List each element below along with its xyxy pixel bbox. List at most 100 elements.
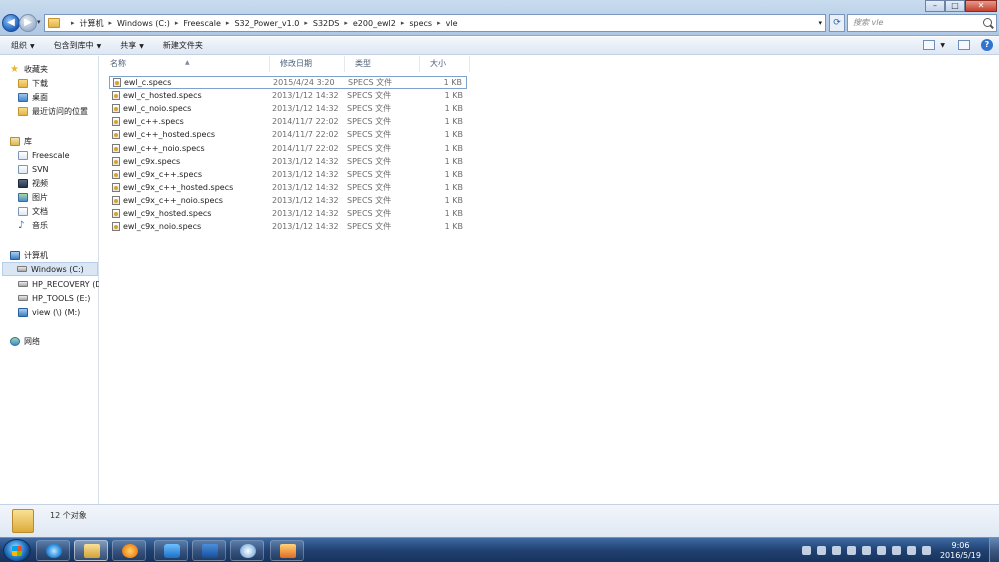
recent-pages-dropdown[interactable]: ▾: [37, 18, 41, 26]
nav-label: HP_RECOVERY (D:): [32, 279, 99, 289]
file-type: SPECS 文件: [347, 104, 392, 114]
nav-label: 下载: [32, 78, 48, 88]
taskbar-outlook[interactable]: [192, 540, 226, 561]
file-date: 2013/1/12 14:32: [272, 104, 339, 114]
help-icon[interactable]: [816, 546, 826, 555]
file-type: SPECS 文件: [347, 117, 392, 127]
file-name: ewl_c9x_noio.specs: [123, 222, 202, 232]
minimize-button[interactable]: –: [925, 0, 945, 12]
nav-favorites[interactable]: ★ 收藏夹: [10, 62, 109, 76]
breadcrumb-item[interactable]: specs ▸: [409, 18, 445, 29]
column-header-size[interactable]: 大小: [420, 56, 470, 72]
taskbar-safari[interactable]: [230, 540, 264, 561]
chevron-right-icon[interactable]: ▸: [226, 19, 230, 27]
file-type: SPECS 文件: [347, 182, 392, 192]
share-button[interactable]: 共享 ▼: [109, 40, 152, 51]
table-row[interactable]: ewl_c9x_hosted.specs 2013/1/12 14:32 SPECS…: [109, 207, 467, 220]
breadcrumb-item[interactable]: S32_Power_v1.0 ▸: [234, 18, 312, 29]
nav-drive-d[interactable]: HP_RECOVERY (D:): [18, 277, 99, 291]
new-folder-button[interactable]: 新建文件夹: [152, 40, 211, 51]
breadcrumb-item[interactable]: 计算机 ▸: [80, 18, 118, 29]
video-icon: [18, 178, 28, 188]
chevron-right-icon[interactable]: ▸: [71, 19, 75, 27]
taskbar-matlab[interactable]: [270, 540, 304, 561]
breadcrumb-item[interactable]: S32DS ▸: [313, 18, 353, 29]
table-row[interactable]: ewl_c9x.specs 2013/1/12 14:32 SPECS 文件 1 KB: [109, 155, 467, 168]
table-row[interactable]: ewl_c9x_noio.specs 2013/1/12 14:32 SPECS 文…: [109, 220, 467, 233]
nav-computer[interactable]: 计算机: [10, 248, 109, 262]
breadcrumb-item[interactable]: Freescale ▸: [183, 18, 234, 29]
network-signal-icon[interactable]: [891, 546, 901, 555]
specs-file-icon: [112, 182, 120, 192]
file-type: SPECS 文件: [347, 130, 392, 140]
table-row[interactable]: ewl_c_hosted.specs 2013/1/12 14:32 SPECS 文…: [109, 89, 467, 102]
taskbar-ie[interactable]: [36, 540, 70, 561]
matlab-icon: [280, 544, 296, 558]
column-header-date[interactable]: 修改日期: [270, 56, 345, 72]
taskbar-media-player[interactable]: [112, 540, 146, 561]
table-row[interactable]: ewl_c9x_c++_hosted.specs 2013/1/12 14:32 S…: [109, 181, 467, 194]
action-center-icon[interactable]: [861, 546, 871, 555]
chevron-right-icon[interactable]: ▸: [109, 19, 113, 27]
table-row[interactable]: ewl_c++.specs 2014/11/7 22:02 SPECS 文件 1 KB: [109, 115, 467, 128]
nav-drive-c[interactable]: Windows (C:): [2, 262, 98, 276]
start-button[interactable]: [3, 539, 31, 562]
forward-button[interactable]: ▶: [19, 14, 37, 32]
chevron-right-icon[interactable]: ▸: [344, 19, 348, 27]
search-input[interactable]: 搜索 vle: [847, 14, 997, 32]
language-icon[interactable]: [921, 546, 931, 555]
clock-time: 9:06: [951, 540, 970, 550]
search-placeholder: 搜索 vle: [853, 18, 884, 27]
table-row[interactable]: ewl_c++_hosted.specs 2014/11/7 22:02 SPECS…: [109, 128, 467, 141]
table-row[interactable]: ewl_c_noio.specs 2013/1/12 14:32 SPECS 文件 1…: [109, 102, 467, 115]
column-header-name[interactable]: 名称 ▲: [100, 56, 270, 72]
keyboard-icon[interactable]: [801, 546, 811, 555]
breadcrumb-item[interactable]: e200_ewl2 ▸: [353, 18, 409, 29]
column-header-type[interactable]: 类型: [345, 56, 420, 72]
file-name: ewl_c9x_c++_noio.specs: [123, 195, 223, 205]
nav-network[interactable]: 网络: [10, 334, 109, 348]
close-button[interactable]: ✕: [965, 0, 997, 12]
chevron-right-icon[interactable]: ▸: [175, 19, 179, 27]
volume-icon[interactable]: [906, 546, 916, 555]
specs-file-icon: [112, 169, 120, 179]
breadcrumb-item[interactable]: vle: [446, 18, 458, 29]
address-bar[interactable]: ▸ 计算机 ▸ Windows (C:) ▸ Freescale ▸ S32_Power_v…: [44, 14, 826, 32]
table-row[interactable]: ewl_c++_noio.specs 2014/11/7 22:02 SPECS 文…: [109, 142, 467, 155]
include-library-button[interactable]: 包含到库中 ▼: [43, 40, 110, 51]
explorer-icon: [84, 544, 100, 558]
window-controls: – □ ✕: [925, 0, 997, 12]
organize-button[interactable]: 组织 ▼: [0, 40, 43, 51]
back-button[interactable]: ◀: [2, 14, 20, 32]
chevron-right-icon[interactable]: ▸: [401, 19, 405, 27]
breadcrumb-label: specs: [409, 18, 433, 28]
library-folder-icon: [18, 150, 28, 160]
ime-icon[interactable]: [831, 546, 841, 555]
chevron-right-icon[interactable]: ▸: [304, 19, 308, 27]
table-row[interactable]: ewl_c.specs 2015/4/24 3:20 SPECS 文件 1 KB: [109, 76, 467, 89]
file-type: SPECS 文件: [347, 156, 392, 166]
taskbar-explorer[interactable]: [74, 540, 108, 561]
show-desktop-button[interactable]: [989, 538, 999, 562]
nav-libraries[interactable]: 库: [10, 134, 109, 148]
breadcrumb-item[interactable]: Windows (C:) ▸: [117, 18, 183, 29]
windows-flag-icon[interactable]: [846, 546, 856, 555]
breadcrumb-label: Freescale: [183, 18, 221, 28]
organize-label: 组织: [11, 41, 27, 50]
chevron-down-icon[interactable]: ▼: [940, 42, 945, 49]
maximize-button[interactable]: □: [945, 0, 965, 12]
help-icon[interactable]: ?: [981, 39, 993, 51]
search-icon[interactable]: [983, 18, 992, 27]
taskbar-qq[interactable]: [154, 540, 188, 561]
chevron-right-icon[interactable]: ▸: [437, 19, 441, 27]
preview-pane-icon[interactable]: [958, 40, 970, 50]
table-row[interactable]: ewl_c9x_c++_noio.specs 2013/1/12 14:32 SPE…: [109, 194, 467, 207]
address-dropdown-icon[interactable]: ▾: [818, 19, 822, 27]
table-row[interactable]: ewl_c9x_c++.specs 2013/1/12 14:32 SPECS 文件…: [109, 168, 467, 181]
picture-icon: [18, 192, 28, 202]
chevron-down-icon: ▼: [96, 43, 102, 50]
display-icon[interactable]: [876, 546, 886, 555]
refresh-button[interactable]: ⟳: [829, 14, 845, 32]
view-options-icon[interactable]: [923, 40, 936, 50]
clock[interactable]: 9:06 2016/5/19: [940, 541, 981, 561]
